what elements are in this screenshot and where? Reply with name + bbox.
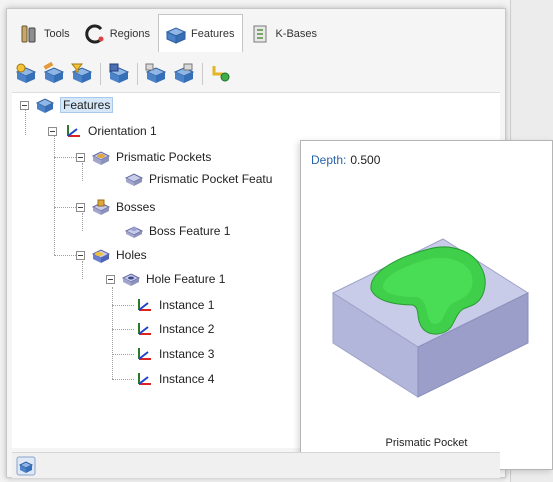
boss-group-icon	[91, 198, 111, 216]
axis-icon	[134, 345, 154, 363]
tree-connector	[112, 329, 134, 330]
kbases-icon	[249, 23, 271, 45]
tree-node-label: Boss Feature 1	[149, 224, 231, 238]
prismatic-pocket-preview-image	[331, 238, 530, 398]
tree-node-label: Prismatic Pockets	[116, 150, 212, 164]
tree-node-features[interactable]: Features	[20, 95, 114, 115]
tab-features-label: Features	[191, 27, 235, 40]
tree-connector	[112, 287, 113, 379]
tree-connector	[112, 305, 134, 306]
tree-node-prismatic-pockets[interactable]: Prismatic Pockets	[76, 147, 211, 167]
tree-node-boss-feature[interactable]: Boss Feature 1	[124, 221, 230, 241]
features-icon	[35, 96, 55, 114]
feature-toolbar	[14, 58, 237, 90]
tree-node-label: Holes	[116, 248, 147, 262]
depth-value: 0.500	[350, 153, 381, 167]
tab-tools-label: Tools	[44, 28, 70, 40]
tab-regions-label: Regions	[109, 28, 151, 40]
depth-label: Depth:	[311, 153, 347, 167]
pocket-group-icon	[91, 148, 111, 166]
tree-node-instance[interactable]: Instance 4	[134, 369, 214, 389]
axis-icon	[134, 296, 154, 314]
feature-preview-tooltip: Depth: 0.500 Prismatic Pocket	[300, 140, 553, 470]
collapse-icon[interactable]	[76, 250, 85, 260]
filter-feature-icon[interactable]	[70, 62, 94, 86]
tree-node-bosses[interactable]: Bosses	[76, 197, 155, 217]
tree-node-label: Bosses	[116, 200, 156, 214]
tree-node-instance[interactable]: Instance 1	[134, 295, 214, 315]
panel-status-bar	[12, 452, 500, 478]
tree-connector	[54, 157, 76, 158]
tree-node-holes[interactable]: Holes	[76, 245, 147, 265]
axis-icon	[134, 370, 154, 388]
tree-node-instance[interactable]: Instance 2	[134, 319, 214, 339]
collapse-icon[interactable]	[48, 126, 57, 136]
app-frame: Tools Regions Features K-Bases Features …	[0, 0, 553, 482]
hole-group-icon	[91, 246, 111, 264]
add-feature-icon[interactable]	[14, 62, 38, 86]
tree-node-label: Instance 1	[159, 298, 215, 312]
hole-feature-icon	[121, 270, 141, 288]
save-feature-icon[interactable]	[107, 62, 131, 86]
tree-node-label: Instance 2	[159, 322, 215, 336]
link-feature-icon[interactable]	[209, 62, 233, 86]
collapse-icon[interactable]	[20, 100, 29, 110]
tree-connector	[54, 207, 76, 208]
collapse-icon[interactable]	[76, 202, 85, 212]
tab-kbases[interactable]: K-Bases	[243, 16, 325, 52]
tree-connector	[112, 379, 134, 380]
panel-tabs: Tools Regions Features K-Bases	[12, 14, 325, 52]
boss-feature-icon	[124, 222, 144, 240]
tree-connector	[112, 354, 134, 355]
pocket-feature-icon	[124, 170, 144, 188]
depth-readout: Depth: 0.500	[311, 153, 380, 167]
tree-connector	[54, 133, 55, 255]
tree-node-orientation[interactable]: Orientation 1	[48, 121, 157, 141]
toolbar-separator	[137, 63, 138, 85]
axis-icon	[63, 122, 83, 140]
tab-features[interactable]: Features	[158, 14, 244, 52]
tree-node-instance[interactable]: Instance 3	[134, 344, 214, 364]
copy-feature-icon[interactable]	[144, 62, 168, 86]
regions-icon	[84, 23, 106, 45]
axis-icon	[134, 320, 154, 338]
tree-node-label: Orientation 1	[88, 124, 157, 138]
tab-regions[interactable]: Regions	[78, 16, 158, 52]
paste-feature-icon[interactable]	[172, 62, 196, 86]
collapse-icon[interactable]	[106, 274, 115, 284]
edit-feature-icon[interactable]	[42, 61, 66, 86]
tab-kbases-label: K-Bases	[275, 28, 318, 40]
tree-node-label: Instance 4	[159, 372, 215, 386]
tree-node-label: Hole Feature 1	[146, 272, 226, 286]
collapse-icon[interactable]	[76, 152, 85, 162]
preview-caption: Prismatic Pocket	[385, 437, 468, 449]
tree-node-label: Features	[60, 97, 114, 113]
tab-tools[interactable]: Tools	[12, 16, 78, 52]
features-icon	[165, 23, 187, 45]
tree-node-label: Prismatic Pocket Featu	[149, 172, 273, 186]
toolbar-separator	[202, 63, 203, 85]
tree-node-prismatic-pocket-feature[interactable]: Prismatic Pocket Featu	[124, 169, 272, 189]
tools-icon	[18, 23, 40, 45]
tree-node-label: Instance 3	[159, 347, 215, 361]
toolbar-separator	[100, 63, 101, 85]
tree-node-hole-feature[interactable]: Hole Feature 1	[106, 269, 225, 289]
tree-connector	[54, 255, 76, 256]
feature-settings-icon[interactable]	[16, 456, 36, 476]
